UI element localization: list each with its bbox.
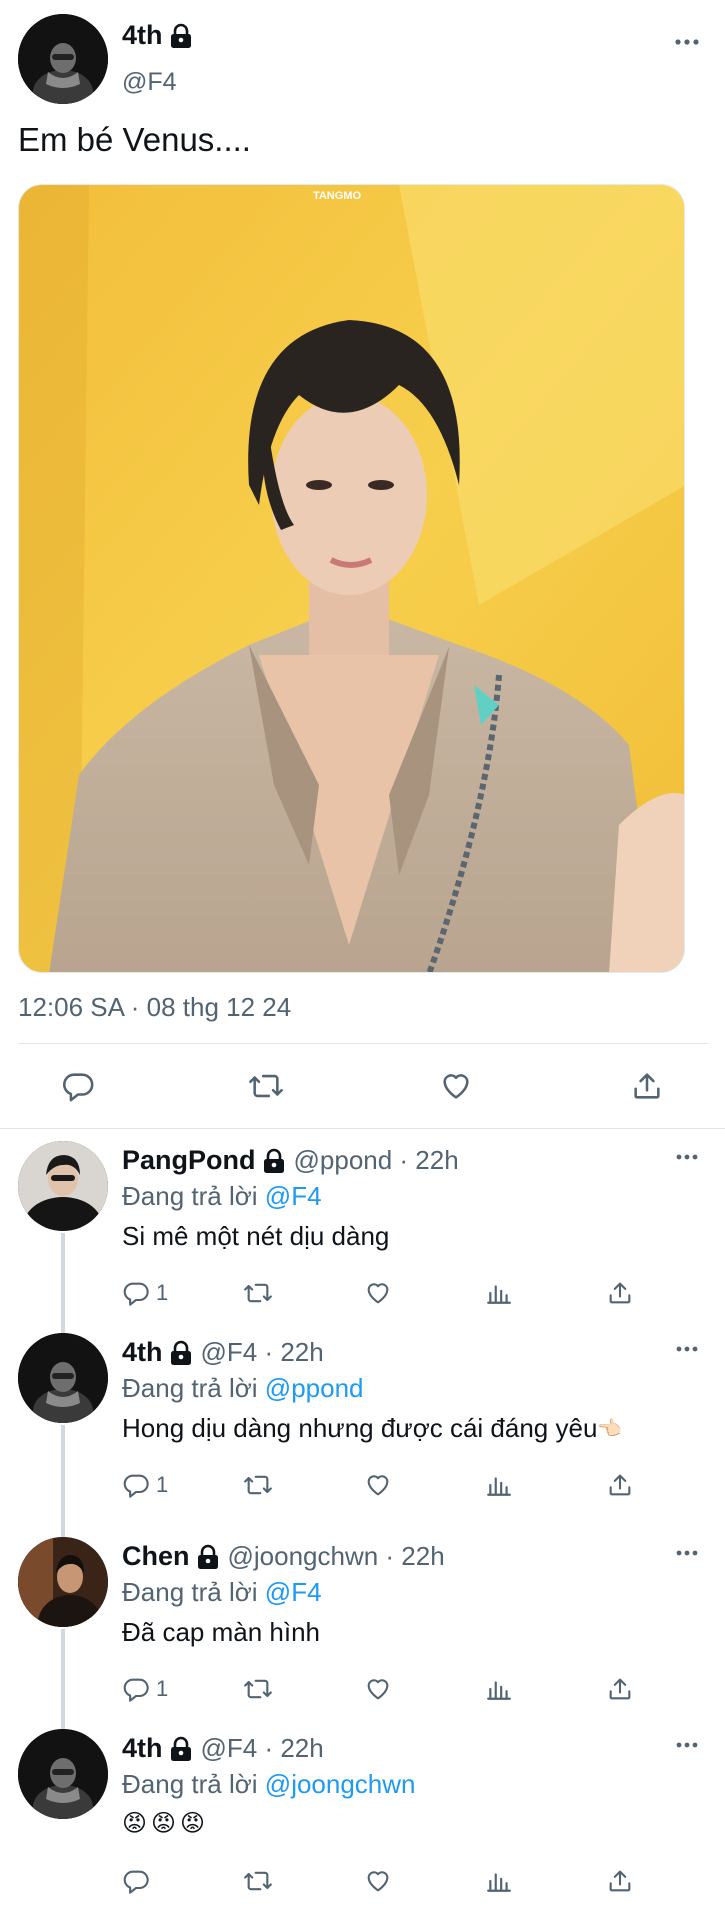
reply-text: Si mê một nét dịu dàng xyxy=(122,1221,390,1251)
like-icon[interactable] xyxy=(364,1672,392,1706)
author-name[interactable]: 4th xyxy=(122,20,163,51)
retweet-icon[interactable] xyxy=(242,1672,274,1706)
like-icon[interactable] xyxy=(364,1864,392,1898)
reply-count: 1 xyxy=(156,1280,169,1305)
lock-icon xyxy=(262,1148,286,1174)
reply-text-body: Hong dịu dàng nhưng được cái đáng yêu xyxy=(122,1413,598,1443)
replying-prefix: Đang trả lời xyxy=(122,1373,258,1403)
share-icon[interactable] xyxy=(606,1468,634,1502)
views-icon[interactable] xyxy=(486,1672,512,1706)
mention-link[interactable]: @F4 xyxy=(265,1181,322,1211)
more-icon[interactable] xyxy=(675,38,699,46)
reply-icon xyxy=(122,1471,150,1499)
views-icon[interactable] xyxy=(486,1864,512,1898)
thread-line xyxy=(61,1425,65,1537)
reply-button[interactable]: 1 xyxy=(122,1672,168,1706)
reply-actions xyxy=(122,1864,682,1898)
reply-meta: @joongchwn · 22h xyxy=(227,1541,445,1571)
reply-actions: 1 xyxy=(122,1276,682,1310)
section-divider xyxy=(0,1128,725,1129)
lock-icon xyxy=(169,23,193,49)
reply-icon xyxy=(122,1675,150,1703)
reply-icon xyxy=(122,1279,150,1307)
mention-link[interactable]: @F4 xyxy=(265,1577,322,1607)
reply-meta: @F4 · 22h xyxy=(200,1337,324,1367)
more-icon[interactable] xyxy=(676,1345,698,1353)
thread-line xyxy=(61,1629,65,1729)
reply-item[interactable]: PangPond @ppond · 22h Đang trả lời @F4 S… xyxy=(0,1141,725,1345)
tweet-text: Em bé Venus.... xyxy=(18,121,251,158)
pointing-emoji: 👈🏻 xyxy=(597,1418,623,1440)
lock-icon xyxy=(196,1544,220,1570)
share-icon[interactable] xyxy=(606,1672,634,1706)
reply-name[interactable]: PangPond xyxy=(122,1145,256,1176)
replying-prefix: Đang trả lời xyxy=(122,1769,258,1799)
photo-watermark: TANGMO xyxy=(313,190,362,202)
reply-meta: @F4 · 22h xyxy=(200,1733,324,1763)
reply-count: 1 xyxy=(156,1676,169,1701)
more-icon[interactable] xyxy=(676,1549,698,1557)
replying-to: Đang trả lời @joongchwn xyxy=(122,1769,416,1800)
like-icon[interactable] xyxy=(364,1276,392,1310)
like-icon[interactable] xyxy=(364,1468,392,1502)
share-icon[interactable] xyxy=(606,1276,634,1310)
share-icon[interactable] xyxy=(627,1066,667,1106)
more-icon[interactable] xyxy=(676,1741,698,1749)
tweet-photo[interactable]: TANGMO xyxy=(18,184,685,973)
reply-button[interactable]: 1 xyxy=(122,1468,168,1502)
mention-link[interactable]: @ppond xyxy=(265,1373,364,1403)
retweet-icon[interactable] xyxy=(242,1864,274,1898)
reply-name[interactable]: 4th xyxy=(122,1337,163,1368)
reply-item[interactable]: 4th @F4 · 22h Đang trả lời @joongchwn 😡😡… xyxy=(0,1729,725,1920)
lock-icon xyxy=(169,1340,193,1366)
reply-text: Đã cap màn hình xyxy=(122,1617,321,1647)
reply-item[interactable]: 4th @F4 · 22h Đang trả lời @ppond Hong d… xyxy=(0,1333,725,1537)
replying-to: Đang trả lời @ppond xyxy=(122,1373,364,1404)
retweet-icon[interactable] xyxy=(242,1468,274,1502)
thread-line xyxy=(61,1233,65,1345)
reply-meta: @ppond · 22h xyxy=(293,1145,459,1175)
views-icon[interactable] xyxy=(486,1276,512,1310)
reply-icon[interactable] xyxy=(58,1066,98,1106)
reply-name[interactable]: 4th xyxy=(122,1733,163,1764)
like-icon[interactable] xyxy=(436,1066,476,1106)
author-avatar[interactable] xyxy=(18,14,108,104)
mention-link[interactable]: @joongchwn xyxy=(265,1769,416,1799)
reply-name[interactable]: Chen xyxy=(122,1541,190,1572)
reply-avatar[interactable] xyxy=(18,1537,108,1627)
more-icon[interactable] xyxy=(676,1153,698,1161)
tweet-timestamp[interactable]: 12:06 SA · 08 thg 12 24 xyxy=(18,992,291,1023)
replying-prefix: Đang trả lời xyxy=(122,1181,258,1211)
reply-actions: 1 xyxy=(122,1468,682,1502)
reply-item[interactable]: Chen @joongchwn · 22h Đang trả lời @F4 Đ… xyxy=(0,1537,725,1729)
reply-count: 1 xyxy=(156,1472,169,1497)
reply-text: 😡😡😡 xyxy=(122,1810,210,1837)
lock-icon xyxy=(169,1736,193,1762)
replying-to: Đang trả lời @F4 xyxy=(122,1577,322,1608)
reply-avatar[interactable] xyxy=(18,1333,108,1423)
replying-to: Đang trả lời @F4 xyxy=(122,1181,322,1212)
reply-actions: 1 xyxy=(122,1672,682,1706)
views-icon[interactable] xyxy=(486,1468,512,1502)
author-handle[interactable]: @F4 xyxy=(122,68,177,97)
reply-button[interactable] xyxy=(122,1864,156,1898)
replying-prefix: Đang trả lời xyxy=(122,1577,258,1607)
reply-avatar[interactable] xyxy=(18,1141,108,1231)
retweet-icon[interactable] xyxy=(242,1276,274,1310)
reply-button[interactable]: 1 xyxy=(122,1276,168,1310)
divider xyxy=(18,1043,708,1044)
reply-avatar[interactable] xyxy=(18,1729,108,1819)
retweet-icon[interactable] xyxy=(246,1066,286,1106)
reply-icon xyxy=(122,1867,150,1895)
main-tweet: 4th @F4 Em bé Venus.... TANGMO 12:06 SA … xyxy=(0,0,725,1132)
reply-text: Hong dịu dàng nhưng được cái đáng yêu 👈🏻 xyxy=(122,1413,622,1444)
share-icon[interactable] xyxy=(606,1864,634,1898)
